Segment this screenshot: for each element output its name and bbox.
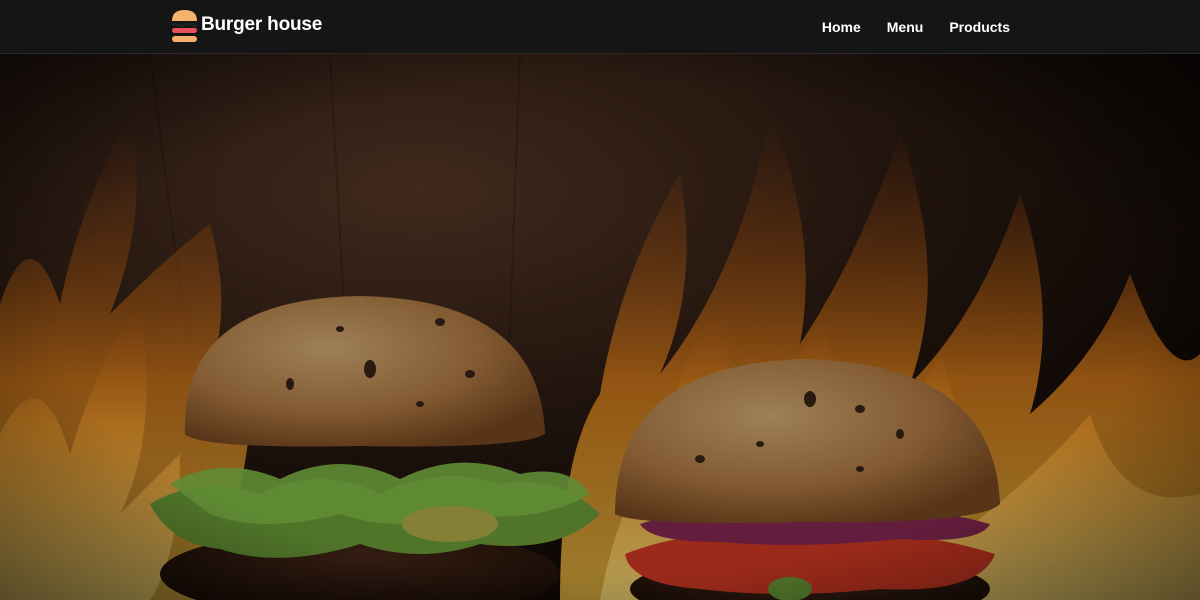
brand-link[interactable]: Burger house: [171, 5, 322, 45]
nav-link-products[interactable]: Products: [949, 19, 1010, 35]
hero-banner: [0, 54, 1200, 600]
nav-link-home[interactable]: Home: [822, 19, 861, 35]
nav-link-menu[interactable]: Menu: [887, 19, 924, 35]
brand-name: Burger house: [201, 14, 323, 35]
navbar: Burger house Home Menu Products: [0, 0, 1200, 54]
main-nav: Home Menu Products: [796, 0, 1010, 54]
hero-image: [0, 54, 1200, 600]
burger-icon: [171, 10, 198, 42]
